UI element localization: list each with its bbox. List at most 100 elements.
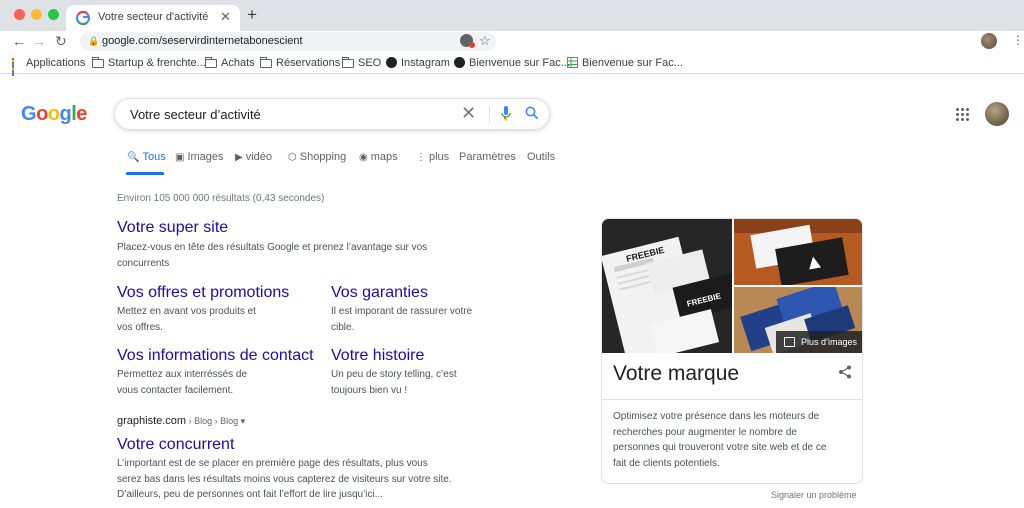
description-line: fait de clients potentiels. — [613, 458, 720, 470]
description-line: recherches pour augmenter le nombre de — [613, 426, 797, 438]
tab-label: Tous — [142, 151, 166, 163]
logo-letter: e — [76, 103, 87, 125]
snippet-line: Il est imporant de rassurer votre — [331, 306, 473, 317]
map-pin-icon: ◉ — [359, 152, 368, 163]
google-account-avatar[interactable] — [985, 102, 1009, 126]
tab-label: maps — [370, 151, 398, 163]
report-problem-link[interactable]: Signaler un problème — [771, 490, 857, 500]
divider — [602, 399, 862, 400]
snippet-line: vos offres. — [117, 321, 163, 333]
sitelink-snippet: Un peu de story telling, c’est toujours … — [331, 367, 531, 398]
breadcrumb[interactable]: graphiste.com › Blog › Blog ▾ — [117, 415, 245, 427]
folder-icon — [205, 57, 217, 68]
bookmark-star-icon[interactable]: ☆ — [479, 33, 491, 49]
bookmark-label: Réservations — [276, 57, 341, 69]
tab-title: Votre secteur d'activité - Rec — [98, 11, 210, 23]
browser-tab-strip: Votre secteur d'activité - Rec ✕ + — [0, 0, 1024, 31]
browser-toolbar: ← → ↻ 🔒 google.com/seservirdinternetabon… — [0, 31, 1024, 53]
folder-icon — [92, 57, 104, 68]
video-icon: ▶ — [235, 152, 243, 163]
bookmark-facebook-1[interactable]: Bienvenue sur Fac... — [454, 57, 570, 69]
snippet-line: serez bas dans les résultats moins vous … — [117, 473, 452, 485]
bookmark-label: Bienvenue sur Fac... — [582, 57, 683, 69]
google-logo[interactable]: Google — [21, 103, 87, 126]
snippet-line: L’important est de se placer en première… — [117, 458, 428, 469]
sitelink-title[interactable]: Vos informations de contact — [117, 347, 314, 365]
knowledge-panel-image-cards[interactable] — [734, 219, 862, 285]
tab-video[interactable]: ▶ vidéo — [235, 151, 272, 163]
logo-letter: o — [47, 103, 60, 125]
tab-images[interactable]: ▣ Images — [175, 151, 224, 163]
bookmark-facebook-2[interactable]: Bienvenue sur Fac... — [567, 57, 683, 69]
tab-outils[interactable]: Outils — [527, 151, 555, 163]
microphone-icon[interactable] — [501, 106, 511, 123]
bookmark-achats[interactable]: Achats — [205, 57, 255, 69]
snippet-line: cible. — [331, 321, 355, 333]
tab-label: plus — [429, 151, 450, 163]
globe-icon — [386, 57, 397, 68]
sitelink-title[interactable]: Vos garanties — [331, 284, 428, 302]
profile-avatar[interactable] — [981, 33, 997, 49]
tab-maps[interactable]: ◉ maps — [359, 151, 398, 163]
tab-shopping[interactable]: ⬡ Shopping — [288, 151, 346, 163]
result-title[interactable]: Votre super site — [117, 219, 228, 237]
address-url[interactable]: google.com/seservirdinternetabonescient — [102, 35, 303, 47]
bookmark-label: Startup & frenchte... — [108, 57, 206, 69]
bookmark-seo[interactable]: SEO — [342, 57, 381, 69]
tab-plus[interactable]: ⋮ plus — [416, 151, 449, 163]
logo-letter: g — [59, 103, 72, 125]
snippet-line: concurrents — [117, 257, 170, 269]
minimize-window-button[interactable] — [31, 9, 42, 20]
bookmark-instagram[interactable]: Instagram — [386, 57, 450, 69]
maximize-window-button[interactable] — [48, 9, 59, 20]
knowledge-panel-image-main[interactable]: FREEBIE FREEBIE — [602, 219, 732, 353]
address-bar[interactable]: 🔒 google.com/seservirdinternetabonescien… — [80, 32, 496, 51]
share-icon[interactable] — [838, 365, 852, 379]
bookmark-reservations[interactable]: Réservations — [260, 57, 340, 69]
stationery-mockup-image: FREEBIE FREEBIE — [602, 219, 732, 353]
folder-icon — [260, 57, 272, 68]
tab-tous[interactable]: 🔍 Tous — [127, 151, 166, 163]
snippet-line: vous contacter facilement. — [117, 384, 234, 396]
tab-label: Images — [187, 151, 224, 163]
search-divider — [489, 106, 490, 123]
forward-button[interactable]: → — [32, 31, 46, 51]
logo-letter: o — [36, 103, 48, 125]
tab-label: vidéo — [245, 151, 272, 163]
image-icon — [784, 337, 795, 347]
result-title[interactable]: Votre concurrent — [117, 436, 234, 454]
close-window-button[interactable] — [14, 9, 25, 20]
bookmark-label: Achats — [221, 57, 255, 69]
lock-icon: 🔒 — [88, 36, 100, 46]
knowledge-panel: FREEBIE FREEBIE Plus d’images Votre marq… — [601, 218, 863, 484]
sitelink-snippet: Permettez aux interréssés de vous contac… — [117, 367, 317, 398]
reload-button[interactable]: ↻ — [55, 31, 67, 51]
apps-grid-icon — [12, 58, 22, 76]
snippet-line: Un peu de story telling, c’est — [331, 369, 457, 380]
snippet-line: Placez-vous en tête des résultats Google… — [117, 242, 428, 253]
result-domain: graphiste.com — [117, 415, 187, 427]
description-line: Optimisez votre présence dans les moteur… — [613, 411, 820, 422]
back-button[interactable]: ← — [12, 31, 26, 51]
sitelink-title[interactable]: Vos offres et promotions — [117, 284, 289, 302]
browser-menu-icon[interactable]: ⋮ — [1012, 33, 1024, 47]
sitelink-title[interactable]: Votre histoire — [331, 347, 424, 365]
new-tab-button[interactable]: + — [247, 5, 257, 25]
search-input[interactable]: Votre secteur d’activité — [130, 107, 261, 122]
tab-parametres[interactable]: Paramètres — [459, 151, 516, 163]
bookmark-startup[interactable]: Startup & frenchte... — [92, 57, 206, 69]
bookmark-applications[interactable]: Applications — [12, 57, 86, 76]
knowledge-panel-description: Optimisez votre présence dans les moteur… — [613, 409, 849, 472]
extension-icon[interactable] — [460, 34, 475, 48]
search-icon[interactable] — [525, 106, 539, 120]
search-box[interactable]: Votre secteur d’activité ✕ — [114, 98, 550, 130]
tab-label: Shopping — [299, 151, 347, 163]
more-vert-icon: ⋮ — [416, 152, 426, 163]
clear-search-icon[interactable]: ✕ — [461, 103, 476, 124]
bookmark-label: Applications — [26, 57, 86, 69]
google-apps-icon[interactable] — [956, 108, 969, 121]
more-images-button[interactable]: Plus d’images — [776, 331, 862, 353]
browser-tab[interactable]: Votre secteur d'activité - Rec ✕ — [66, 5, 240, 31]
tab-close-icon[interactable]: ✕ — [220, 9, 231, 25]
bookmark-label: SEO — [358, 57, 382, 69]
